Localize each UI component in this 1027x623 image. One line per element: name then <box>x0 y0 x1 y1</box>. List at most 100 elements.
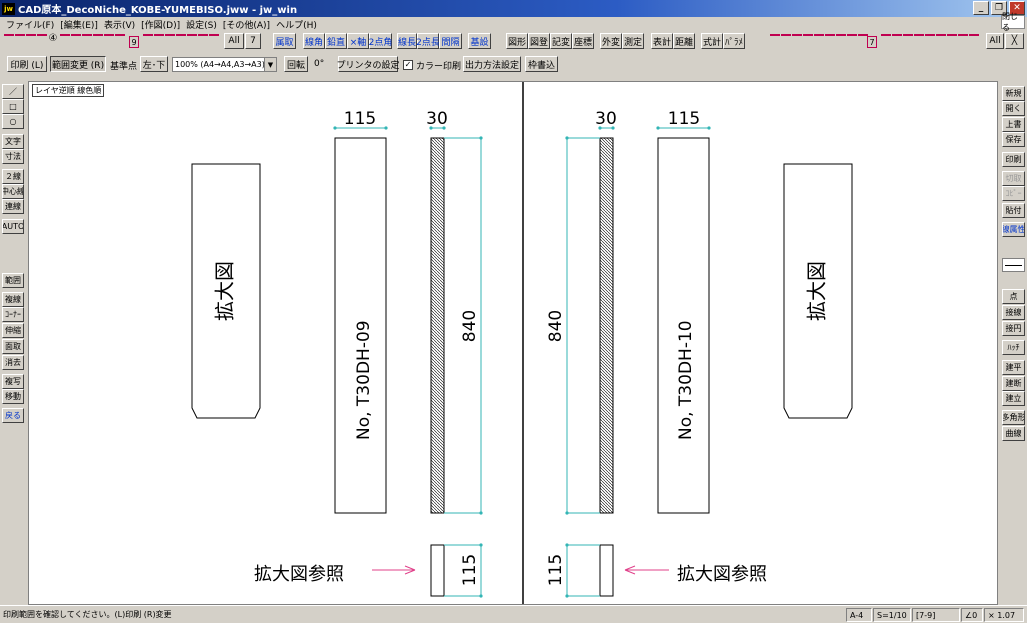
line-attribute-button[interactable]: 線属性 <box>1002 222 1025 237</box>
layer-button[interactable] <box>925 34 935 50</box>
chamfer-tool-button[interactable]: 面取 <box>2 339 24 354</box>
print-button[interactable]: 印刷 (L) <box>7 56 47 72</box>
save-button[interactable]: 保存 <box>1002 132 1025 147</box>
layer-button[interactable] <box>892 34 902 50</box>
layer-button[interactable] <box>914 34 924 50</box>
distance-button[interactable]: 距離 <box>673 33 695 49</box>
layer-button[interactable] <box>781 34 791 50</box>
layer-button[interactable] <box>176 34 186 50</box>
layer-group-current[interactable]: ④ <box>48 33 58 49</box>
layer-button[interactable] <box>947 34 957 50</box>
table-calc-button[interactable]: 表計 <box>651 33 673 49</box>
layer-button[interactable] <box>165 34 175 50</box>
measure-button[interactable]: 測定 <box>622 33 644 49</box>
layer-button[interactable] <box>958 34 968 50</box>
layer-group-button[interactable] <box>115 34 125 50</box>
paper-size[interactable]: A-4 <box>846 608 872 622</box>
line-angle-button[interactable]: 線角 <box>303 33 325 49</box>
layer-group-button[interactable] <box>93 34 103 50</box>
layer-button[interactable] <box>936 34 946 50</box>
layer-all-button[interactable]: All <box>224 33 244 49</box>
building-plan-tool-button[interactable]: 建平 <box>1002 360 1025 375</box>
layer-button[interactable] <box>209 34 219 50</box>
right-x-button[interactable]: ╳ <box>1005 33 1024 49</box>
layer-button[interactable] <box>154 34 164 50</box>
continuous-line-tool-button[interactable]: 連線 <box>2 199 24 214</box>
layer-group-button[interactable] <box>71 34 81 50</box>
output-settings-button[interactable]: 出力方法設定 <box>463 56 521 72</box>
tangent-line-tool-button[interactable]: 接線 <box>1002 305 1025 320</box>
right-all-button[interactable]: All <box>986 33 1004 49</box>
line-tool-button[interactable]: ／ <box>2 84 24 99</box>
layer-button[interactable] <box>814 34 824 50</box>
layer-button[interactable] <box>836 34 846 50</box>
menu-draw[interactable]: [作図(D)] <box>138 18 183 31</box>
angle-indicator[interactable]: ∠0 <box>961 608 983 622</box>
layer-group-button[interactable] <box>82 34 92 50</box>
frame-write-button[interactable]: 枠書込 <box>525 56 558 72</box>
layer-button[interactable] <box>792 34 802 50</box>
close-small-button[interactable]: 閉じる <box>1001 12 1025 32</box>
menu-help[interactable]: ヘルプ(H) <box>273 18 320 31</box>
curve-tool-button[interactable]: 曲線 <box>1002 426 1025 441</box>
layer-current[interactable]: 9 <box>129 36 139 48</box>
coordinates-button[interactable]: 座標 <box>572 33 594 49</box>
range-tool-button[interactable]: 範囲 <box>2 273 24 288</box>
point-tool-button[interactable]: 点 <box>1002 289 1025 304</box>
menu-settings[interactable]: 設定(S) <box>183 18 220 31</box>
two-point-angle-button[interactable]: 2点角 <box>369 33 392 49</box>
shape-button[interactable]: 図形 <box>506 33 528 49</box>
layer-button[interactable] <box>847 34 857 50</box>
layer-button[interactable] <box>187 34 197 50</box>
center-line-tool-button[interactable]: 中心線 <box>2 184 24 199</box>
layer-indicator[interactable]: [7-9] <box>912 608 960 622</box>
print-tool-button[interactable]: 印刷 <box>1002 152 1025 167</box>
new-file-button[interactable]: 新規 <box>1002 86 1025 101</box>
text-tool-button[interactable]: 文字 <box>2 134 24 149</box>
layer-button[interactable] <box>881 34 891 50</box>
scale-indicator[interactable]: S=1/10 <box>873 608 911 622</box>
menu-file[interactable]: ファイル(F) <box>3 18 57 31</box>
layer-group-button[interactable] <box>60 34 70 50</box>
double-line-tool-button[interactable]: ２線 <box>2 169 24 184</box>
layer-group-button[interactable] <box>4 34 14 50</box>
layer-button[interactable] <box>969 34 979 50</box>
corner-tool-button[interactable]: ｺｰﾅｰ <box>2 307 24 322</box>
extend-tool-button[interactable]: 伸縮 <box>2 323 24 338</box>
drawing-canvas[interactable]: レイヤ逆順 線色順 拡大図 No, T30DH-09 115 30 840 11… <box>28 81 998 605</box>
spacing-button[interactable]: 間隔 <box>439 33 462 49</box>
erase-tool-button[interactable]: 消去 <box>2 355 24 370</box>
formula-calc-button[interactable]: 式計 <box>701 33 723 49</box>
polygon-tool-button[interactable]: 多角形 <box>1002 410 1025 425</box>
undo-button[interactable]: 戻る <box>2 408 24 423</box>
range-change-button[interactable]: 範囲変更 (R) <box>50 56 106 72</box>
layer-group-button[interactable] <box>15 34 25 50</box>
copy-tool-button[interactable]: 複写 <box>2 374 24 389</box>
shape-register-button[interactable]: 図登 <box>528 33 550 49</box>
scale-select[interactable]: 100% (A4→A4,A3→A3) ▼ <box>172 57 277 72</box>
two-point-length-button[interactable]: 2点長 <box>416 33 440 49</box>
layer-button[interactable] <box>903 34 913 50</box>
line-style-preview[interactable] <box>1002 258 1025 272</box>
parametric-button[interactable]: ﾊﾟﾗﾒ <box>723 33 745 49</box>
printer-settings-button[interactable]: プリンタの設定 <box>337 56 400 72</box>
x-axis-button[interactable]: ×軸 <box>347 33 369 49</box>
paste-button[interactable]: 貼付 <box>1002 203 1025 218</box>
offset-line-tool-button[interactable]: 複線 <box>2 292 24 307</box>
layer-button[interactable] <box>803 34 813 50</box>
dimension-tool-button[interactable]: 寸法 <box>2 149 24 164</box>
menu-other[interactable]: [その他(A)] <box>220 18 273 31</box>
open-file-button[interactable]: 開く <box>1002 101 1025 116</box>
layer-button[interactable] <box>143 34 153 50</box>
auto-tool-button[interactable]: AUTO <box>2 219 24 234</box>
rectangle-tool-button[interactable]: □ <box>2 99 24 114</box>
layer-button[interactable] <box>770 34 780 50</box>
color-print-checkbox[interactable]: ✓ <box>403 60 413 70</box>
overwrite-button[interactable]: 上書 <box>1002 117 1025 132</box>
layer-group-all-button[interactable]: 7 <box>245 33 261 49</box>
rotate-button[interactable]: 回転 <box>284 56 308 72</box>
minimize-button[interactable]: _ <box>973 1 989 15</box>
layer-button[interactable] <box>825 34 835 50</box>
attr-take-button[interactable]: 属取 <box>273 33 296 49</box>
layer-group-button[interactable] <box>37 34 47 50</box>
